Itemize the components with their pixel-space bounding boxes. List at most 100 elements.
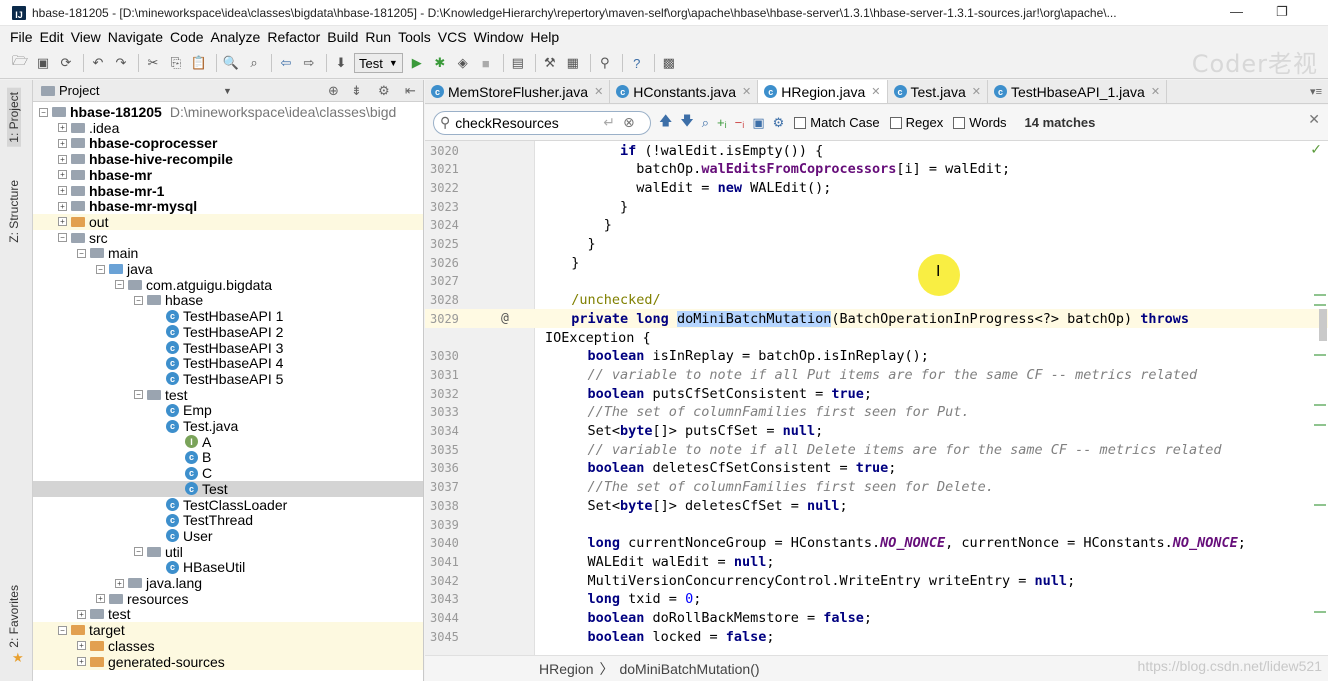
menu-item-file[interactable]: File xyxy=(10,29,33,45)
gear-icon[interactable]: ⚙ xyxy=(378,83,390,99)
chevron-down-icon[interactable]: ▼ xyxy=(223,86,232,96)
debug-icon[interactable]: ✱ xyxy=(430,53,450,73)
tree-item[interactable]: − util xyxy=(33,544,423,560)
expand-toggle-icon[interactable]: + xyxy=(96,594,105,604)
editor-tab[interactable]: c HRegion.java ✕ xyxy=(758,80,888,103)
tree-item[interactable]: c TestClassLoader xyxy=(33,497,423,513)
settings-icon[interactable]: ⚒ xyxy=(540,53,560,73)
stop-icon[interactable]: ■ xyxy=(476,53,496,73)
sync-icon[interactable]: ⟳ xyxy=(56,53,76,73)
close-tab-icon[interactable]: ✕ xyxy=(972,85,981,98)
tree-item[interactable]: + resources xyxy=(33,591,423,607)
menu-item-edit[interactable]: Edit xyxy=(40,29,64,45)
collapse-icon[interactable]: ⇟ xyxy=(351,83,362,99)
vcs-icon[interactable]: ⚲ xyxy=(595,53,615,73)
open-folder-icon[interactable]: 🗁 xyxy=(10,53,30,73)
favorites-tool-tab[interactable]: 2: Favorites xyxy=(7,585,21,648)
minimize-button[interactable]: — xyxy=(1230,4,1243,19)
tree-item[interactable]: − hbase xyxy=(33,292,423,308)
menu-item-tools[interactable]: Tools xyxy=(398,29,431,45)
build-icon[interactable]: ⬇ xyxy=(331,53,351,73)
tree-item[interactable]: + java.lang xyxy=(33,575,423,591)
tree-item[interactable]: c TestHbaseAPI 1 xyxy=(33,308,423,324)
tree-item[interactable]: cB xyxy=(33,449,423,465)
locate-icon[interactable]: ⊕ xyxy=(328,83,339,99)
expand-toggle-icon[interactable]: − xyxy=(115,280,124,290)
coverage-icon[interactable]: ◈ xyxy=(453,53,473,73)
tree-item[interactable]: c Test xyxy=(33,480,423,497)
expand-toggle-icon[interactable]: − xyxy=(39,107,48,117)
tree-item[interactable]: + hbase-mr xyxy=(33,167,423,183)
tree-item[interactable]: IA xyxy=(33,434,423,450)
terminal-icon[interactable]: ▩ xyxy=(659,53,679,73)
expand-toggle-icon[interactable]: + xyxy=(77,609,86,619)
tree-item[interactable]: c Test.java xyxy=(33,418,423,434)
run-config-select[interactable]: Test ▼ xyxy=(354,53,403,73)
menu-item-refactor[interactable]: Refactor xyxy=(267,29,320,45)
next-match-icon[interactable]: 🡇 xyxy=(680,112,693,134)
tree-item[interactable]: + classes xyxy=(33,637,423,654)
tree-item[interactable]: c TestHbaseAPI 2 xyxy=(33,324,423,340)
menu-item-code[interactable]: Code xyxy=(170,29,203,45)
expand-toggle-icon[interactable]: + xyxy=(115,578,124,588)
expand-toggle-icon[interactable]: − xyxy=(58,233,67,243)
select-all-occurrences-icon[interactable]: ▣ xyxy=(752,115,764,131)
expand-toggle-icon[interactable]: + xyxy=(58,123,67,133)
tree-item[interactable]: + test xyxy=(33,606,423,622)
expand-toggle-icon[interactable]: + xyxy=(77,641,86,651)
save-icon[interactable]: ▣ xyxy=(33,53,53,73)
editor-tab[interactable]: c TestHbaseAPI_1.java ✕ xyxy=(988,80,1168,103)
tree-item[interactable]: + out xyxy=(33,213,423,230)
tab-list-icon[interactable]: ▾≡ xyxy=(1310,85,1322,98)
tree-item[interactable]: c TestHbaseAPI 5 xyxy=(33,371,423,387)
regex-checkbox[interactable]: Regex xyxy=(889,115,943,130)
menu-item-view[interactable]: View xyxy=(71,29,101,45)
expand-toggle-icon[interactable]: − xyxy=(96,264,105,274)
breadcrumb-method[interactable]: doMiniBatchMutation() xyxy=(619,661,759,677)
match-case-checkbox[interactable]: Match Case xyxy=(794,115,880,130)
expand-toggle-icon[interactable]: − xyxy=(134,390,143,400)
editor-tab[interactable]: c MemStoreFlusher.java ✕ xyxy=(425,80,611,103)
override-marker-icon[interactable]: @ xyxy=(501,311,509,326)
code-editor[interactable]: 3020 if (!walEdit.isEmpty()) {3021 batch… xyxy=(425,141,1328,655)
tree-item[interactable]: + .idea xyxy=(33,120,423,136)
project-structure-icon[interactable]: ▤ xyxy=(508,53,528,73)
expand-toggle-icon[interactable]: − xyxy=(58,625,67,635)
tree-item[interactable]: c User xyxy=(33,528,423,544)
redo-icon[interactable]: ↷ xyxy=(111,53,131,73)
restore-button[interactable]: ❐ xyxy=(1276,4,1288,20)
clear-icon[interactable]: ⊗ xyxy=(623,114,635,131)
breadcrumb-class[interactable]: HRegion xyxy=(539,661,593,677)
expand-toggle-icon[interactable]: + xyxy=(58,154,67,164)
tree-item[interactable]: + hbase-mr-1 xyxy=(33,183,423,199)
project-tool-tab[interactable]: 1: Project xyxy=(7,88,21,147)
expand-toggle-icon[interactable]: + xyxy=(58,201,67,211)
scrollbar-thumb[interactable] xyxy=(1319,309,1327,341)
tree-item[interactable]: + generated-sources xyxy=(33,653,423,670)
expand-toggle-icon[interactable]: + xyxy=(58,186,67,195)
sdk-icon[interactable]: ▦ xyxy=(563,53,583,73)
paste-icon[interactable]: 📋 xyxy=(189,53,209,73)
menu-item-run[interactable]: Run xyxy=(365,29,391,45)
expand-toggle-icon[interactable]: + xyxy=(58,217,67,227)
tree-item[interactable]: + hbase-mr-mysql xyxy=(33,198,423,214)
close-tab-icon[interactable]: ✕ xyxy=(742,85,751,98)
tree-item[interactable]: − target xyxy=(33,622,423,639)
close-icon[interactable]: ✕ xyxy=(1308,111,1320,128)
tree-item[interactable]: c Emp xyxy=(33,402,423,418)
tree-item[interactable]: c HBaseUtil xyxy=(33,559,423,575)
menu-item-window[interactable]: Window xyxy=(474,29,524,45)
tree-item[interactable]: + hbase-coprocesser xyxy=(33,135,423,151)
help-icon[interactable]: ? xyxy=(627,53,647,73)
filter-icon[interactable]: ⚙ xyxy=(773,115,785,131)
hide-icon[interactable]: ⇤ xyxy=(405,83,416,99)
expand-toggle-icon[interactable]: + xyxy=(77,657,86,666)
tree-item[interactable]: − com.atguigu.bigdata xyxy=(33,277,423,293)
tree-item[interactable]: − main xyxy=(33,245,423,261)
add-occurrence-icon[interactable]: +ᵢ xyxy=(717,115,727,130)
cut-icon[interactable]: ✂ xyxy=(143,53,163,73)
menu-item-vcs[interactable]: VCS xyxy=(438,29,467,45)
editor-tab[interactable]: c HConstants.java ✕ xyxy=(610,80,759,103)
tree-item[interactable]: − src xyxy=(33,230,423,246)
menu-item-analyze[interactable]: Analyze xyxy=(211,29,261,45)
